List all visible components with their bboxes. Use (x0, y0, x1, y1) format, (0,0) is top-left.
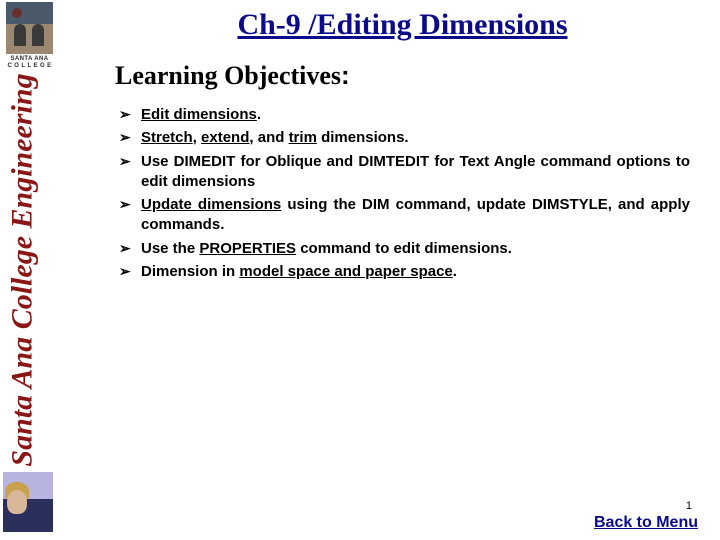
objective-item: Stretch, extend, and trim dimensions. (119, 128, 690, 148)
left-sidebar: SANTA ANA C O L L E G E Santa Ana Colleg… (0, 0, 55, 540)
objectives-list: Edit dimensions. Stretch, extend, and tri… (115, 105, 690, 282)
page-title: Ch-9 /Editing Dimensions (115, 8, 690, 42)
objective-item: Dimension in model space and paper space… (119, 262, 690, 282)
objective-item: Edit dimensions. (119, 105, 690, 125)
sidebar-photo (3, 472, 53, 532)
sidebar-vertical-title: Santa Ana College Engineering (0, 70, 48, 470)
section-heading: Learning Objectives: (115, 60, 690, 91)
objective-item: Use the PROPERTIES command to edit dimen… (119, 239, 690, 259)
objective-item: Use DIMEDIT for Oblique and DIMTEDIT for… (119, 152, 690, 193)
college-name: SANTA ANA C O L L E G E (6, 56, 53, 70)
college-logo (6, 2, 53, 54)
page-number: 1 (686, 500, 692, 512)
slide-content: Ch-9 /Editing Dimensions Learning Object… (60, 0, 720, 285)
back-to-menu-link[interactable]: Back to Menu (594, 514, 698, 532)
objective-item: Update dimensions using the DIM command,… (119, 195, 690, 236)
